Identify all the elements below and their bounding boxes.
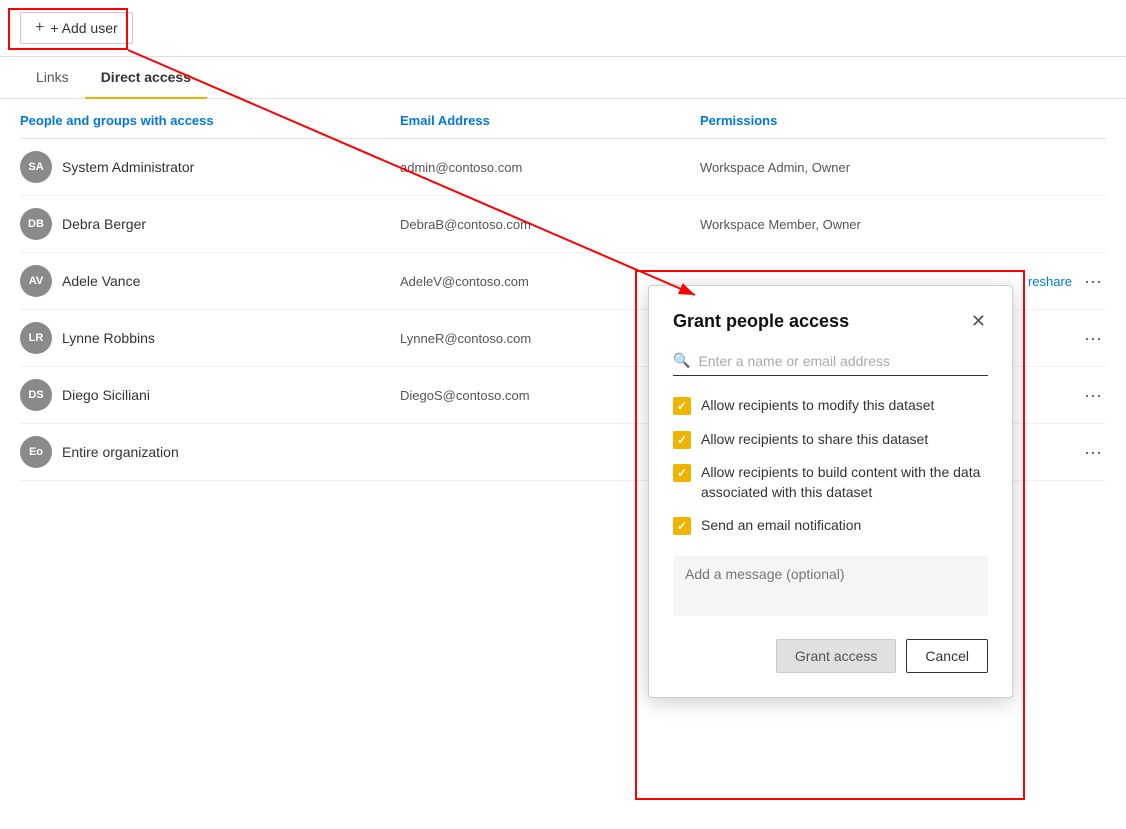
email-cell: admin@contoso.com <box>400 160 700 175</box>
avatar: AV <box>20 265 52 297</box>
action-cell: ··· <box>1080 383 1106 408</box>
check-mark: ✓ <box>677 519 687 533</box>
user-name: Lynne Robbins <box>62 330 155 346</box>
checkbox-item: ✓ Allow recipients to modify this datase… <box>673 396 988 416</box>
checkbox-label-email: Send an email notification <box>701 516 861 536</box>
avatar: DS <box>20 379 52 411</box>
checkbox-label-modify: Allow recipients to modify this dataset <box>701 396 934 416</box>
checkbox-label-build: Allow recipients to build content with t… <box>701 463 988 502</box>
message-textarea[interactable] <box>673 556 988 616</box>
more-options-button[interactable]: ··· <box>1080 383 1106 408</box>
checkbox-email[interactable]: ✓ <box>673 517 691 535</box>
search-input[interactable] <box>698 353 988 369</box>
search-icon: 🔍 <box>673 352 690 369</box>
add-user-label: + Add user <box>50 20 117 36</box>
checkbox-item: ✓ Allow recipients to share this dataset <box>673 430 988 450</box>
dialog-footer: Grant access Cancel <box>673 639 988 673</box>
user-cell: DB Debra Berger <box>20 208 400 240</box>
header-permissions: Permissions <box>700 113 1106 128</box>
checkbox-build[interactable]: ✓ <box>673 464 691 482</box>
table-header: People and groups with access Email Addr… <box>20 99 1106 139</box>
user-cell: SA System Administrator <box>20 151 400 183</box>
header-people: People and groups with access <box>20 113 400 128</box>
grant-access-dialog: Grant people access ✕ 🔍 ✓ Allow recipien… <box>648 285 1013 698</box>
avatar: DB <box>20 208 52 240</box>
plus-icon: + <box>35 19 44 37</box>
top-bar: + + Add user <box>0 0 1126 57</box>
more-options-button[interactable]: ··· <box>1080 326 1106 351</box>
avatar: LR <box>20 322 52 354</box>
dialog-close-button[interactable]: ✕ <box>969 310 988 332</box>
tabs-container: Links Direct access <box>0 57 1126 99</box>
action-cell: ··· <box>1080 440 1106 465</box>
header-email: Email Address <box>400 113 700 128</box>
user-cell: Eo Entire organization <box>20 436 400 468</box>
user-name: Debra Berger <box>62 216 146 232</box>
action-cell: reshare ··· <box>1028 269 1106 294</box>
avatar: Eo <box>20 436 52 468</box>
tab-direct-access[interactable]: Direct access <box>85 57 207 99</box>
dialog-title: Grant people access <box>673 311 849 332</box>
user-name: Diego Siciliani <box>62 387 150 403</box>
tab-links[interactable]: Links <box>20 57 85 99</box>
checkbox-group: ✓ Allow recipients to modify this datase… <box>673 396 988 536</box>
check-mark: ✓ <box>677 399 687 413</box>
user-name: System Administrator <box>62 159 194 175</box>
user-name: Adele Vance <box>62 273 140 289</box>
action-cell: ··· <box>1080 326 1106 351</box>
user-cell: AV Adele Vance <box>20 265 400 297</box>
check-mark: ✓ <box>677 466 687 480</box>
user-name: Entire organization <box>62 444 179 460</box>
table-row: DB Debra Berger DebraB@contoso.com Works… <box>20 196 1106 253</box>
table-row: SA System Administrator admin@contoso.co… <box>20 139 1106 196</box>
checkbox-modify[interactable]: ✓ <box>673 397 691 415</box>
checkbox-share[interactable]: ✓ <box>673 431 691 449</box>
check-mark: ✓ <box>677 433 687 447</box>
cancel-button[interactable]: Cancel <box>906 639 988 673</box>
search-container: 🔍 <box>673 352 988 376</box>
add-user-button[interactable]: + + Add user <box>20 12 133 44</box>
email-cell: DebraB@contoso.com <box>400 217 700 232</box>
more-options-button[interactable]: ··· <box>1080 440 1106 465</box>
more-options-button[interactable]: ··· <box>1080 269 1106 294</box>
checkbox-item: ✓ Allow recipients to build content with… <box>673 463 988 502</box>
avatar: SA <box>20 151 52 183</box>
reshare-link[interactable]: reshare <box>1028 274 1072 289</box>
dialog-header: Grant people access ✕ <box>673 310 988 332</box>
permission-cell: Workspace Admin, Owner <box>700 160 1106 175</box>
user-cell: DS Diego Siciliani <box>20 379 400 411</box>
grant-access-button[interactable]: Grant access <box>776 639 896 673</box>
permission-cell: Workspace Member, Owner <box>700 217 1106 232</box>
page-container: + + Add user Links Direct access People … <box>0 0 1126 829</box>
checkbox-item: ✓ Send an email notification <box>673 516 988 536</box>
checkbox-label-share: Allow recipients to share this dataset <box>701 430 928 450</box>
user-cell: LR Lynne Robbins <box>20 322 400 354</box>
